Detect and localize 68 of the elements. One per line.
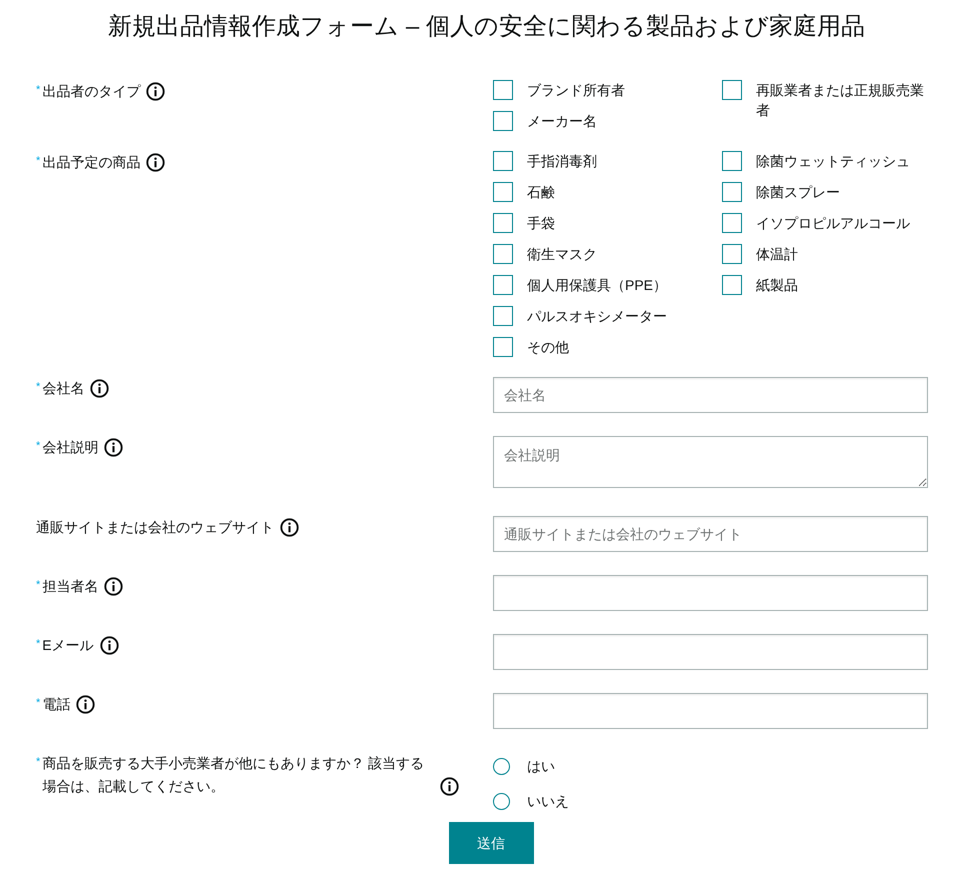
text-field[interactable]: 会社名 (493, 377, 928, 413)
text-field[interactable] (493, 634, 928, 670)
checkbox[interactable] (722, 244, 742, 264)
checkbox-label: 紙製品 (756, 276, 799, 295)
checkbox-label: ブランド所有者 (527, 81, 626, 100)
checkbox[interactable] (493, 182, 513, 202)
checkbox-label: 石鹸 (527, 183, 556, 202)
checkbox-label: 衛生マスク (527, 245, 598, 264)
checkbox-label: 個人用保護具（PPE） (527, 276, 668, 295)
required-mark: * (36, 439, 40, 454)
field-label: 出品予定の商品 (42, 153, 140, 172)
required-mark: * (36, 637, 40, 652)
checkbox[interactable] (493, 244, 513, 264)
text-field[interactable]: 通販サイトまたは会社のウェブサイト (493, 516, 928, 552)
form-title: 新規出品情報作成フォーム – 個人の安全に関わる製品および家庭用品 (107, 12, 866, 42)
radio-button[interactable] (493, 793, 510, 810)
field-label: 電話 (42, 695, 70, 714)
checkbox[interactable] (493, 306, 513, 326)
info-icon[interactable] (104, 438, 124, 457)
checkbox-label: 除菌ウェットティッシュ (756, 152, 911, 171)
checkbox-label: 再販業者または正規販売業者 (756, 81, 925, 120)
checkbox-label: その他 (527, 338, 570, 357)
checkbox[interactable] (722, 275, 742, 295)
checkbox[interactable] (493, 111, 513, 131)
required-mark: * (36, 380, 40, 395)
radio-button[interactable] (493, 758, 510, 775)
submit-button[interactable]: 送信 (448, 822, 534, 864)
info-icon[interactable] (440, 777, 460, 796)
checkbox-label: 体温計 (756, 245, 799, 264)
checkbox-label: 手袋 (527, 214, 556, 233)
required-mark: * (36, 696, 40, 711)
checkbox-label: イソプロピルアルコール (756, 214, 911, 233)
required-mark: * (36, 578, 40, 593)
checkbox-label: メーカー名 (527, 112, 598, 131)
required-mark: * (36, 154, 40, 169)
field-label: 商品を販売する大手小売業者が他にもありますか？ 該当する場合は、記載してください。 (42, 754, 426, 796)
required-mark: * (36, 83, 40, 98)
checkbox[interactable] (722, 151, 742, 171)
checkbox[interactable] (493, 151, 513, 171)
checkbox[interactable] (722, 80, 742, 100)
checkbox[interactable] (493, 213, 513, 233)
info-icon[interactable] (104, 577, 124, 596)
text-field[interactable] (493, 575, 928, 611)
required-mark: * (36, 755, 40, 770)
checkbox-label: 手指消毒剤 (527, 152, 598, 171)
field-label: 担当者名 (42, 577, 98, 596)
field-label: Eメール (42, 636, 94, 655)
checkbox[interactable] (493, 80, 513, 100)
checkbox[interactable] (722, 213, 742, 233)
radio-label: はい (527, 757, 555, 776)
checkbox[interactable] (493, 337, 513, 357)
info-icon[interactable] (146, 153, 166, 172)
info-icon[interactable] (280, 518, 299, 537)
radio-label: いいえ (527, 792, 569, 811)
field-label: 出品者のタイプ (42, 82, 140, 101)
checkbox-label: パルスオキシメーター (527, 307, 668, 326)
info-icon[interactable] (146, 82, 166, 101)
info-icon[interactable] (76, 695, 96, 714)
field-label: 会社説明 (42, 438, 98, 457)
text-field[interactable] (493, 693, 928, 729)
checkbox[interactable] (722, 182, 742, 202)
field-label: 会社名 (42, 379, 84, 398)
textarea-field[interactable]: 会社説明 (493, 436, 928, 488)
checkbox[interactable] (493, 275, 513, 295)
info-icon[interactable] (90, 379, 110, 398)
field-label: 通販サイトまたは会社のウェブサイト (36, 518, 274, 537)
checkbox-label: 除菌スプレー (756, 183, 841, 202)
info-icon[interactable] (100, 636, 119, 655)
